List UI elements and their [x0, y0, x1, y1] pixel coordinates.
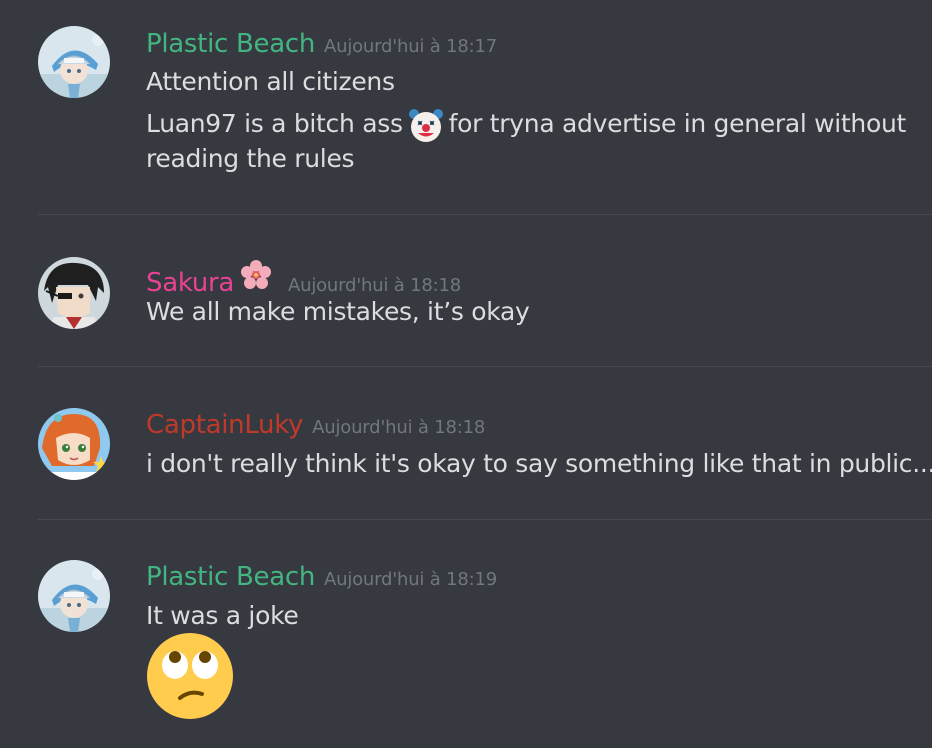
- message-divider: [38, 366, 932, 367]
- username[interactable]: Sakura: [146, 268, 234, 298]
- message-text: It was a joke: [146, 601, 299, 630]
- message-text: Luan97 is a bitch ass for tryna advertis…: [146, 106, 906, 144]
- sakura-avatar-icon: [38, 257, 110, 329]
- message-divider: [38, 214, 932, 215]
- timestamp: Aujourd'hui à 18:18: [288, 275, 461, 296]
- username[interactable]: CaptainLuky: [146, 410, 303, 440]
- timestamp: Aujourd'hui à 18:18: [312, 417, 486, 438]
- timestamp: Aujourd'hui à 18:19: [324, 569, 497, 590]
- timestamp: Aujourd'hui à 18:17: [324, 36, 497, 57]
- message-text: Attention all citizens: [146, 67, 395, 96]
- cherry-blossom-emoji-icon: [241, 260, 271, 289]
- face-with-rolling-eyes-emoji-icon: [147, 633, 233, 719]
- plastic-beach-avatar-icon: [38, 560, 110, 632]
- message-text: i don't really think it's okay to say so…: [146, 449, 932, 478]
- chat-messages: Plastic Beach Aujourd'hui à 18:17 Attent…: [0, 0, 932, 748]
- username[interactable]: Plastic Beach: [146, 29, 315, 59]
- captain-luky-avatar-icon: [38, 408, 110, 480]
- plastic-beach-avatar-icon: [38, 26, 110, 98]
- username[interactable]: Plastic Beach: [146, 562, 315, 592]
- message-text: reading the rules: [146, 144, 355, 173]
- message-text-part: for tryna advertise in general without: [448, 109, 907, 138]
- avatar[interactable]: [38, 408, 110, 480]
- avatar[interactable]: [38, 26, 110, 98]
- clown-face-emoji-icon: [408, 109, 443, 142]
- avatar[interactable]: [38, 560, 110, 632]
- message-divider: [38, 519, 932, 520]
- avatar[interactable]: [38, 257, 110, 329]
- message-text: We all make mistakes, it’s okay: [146, 297, 530, 326]
- message-text-part: Luan97 is a bitch ass: [146, 109, 403, 138]
